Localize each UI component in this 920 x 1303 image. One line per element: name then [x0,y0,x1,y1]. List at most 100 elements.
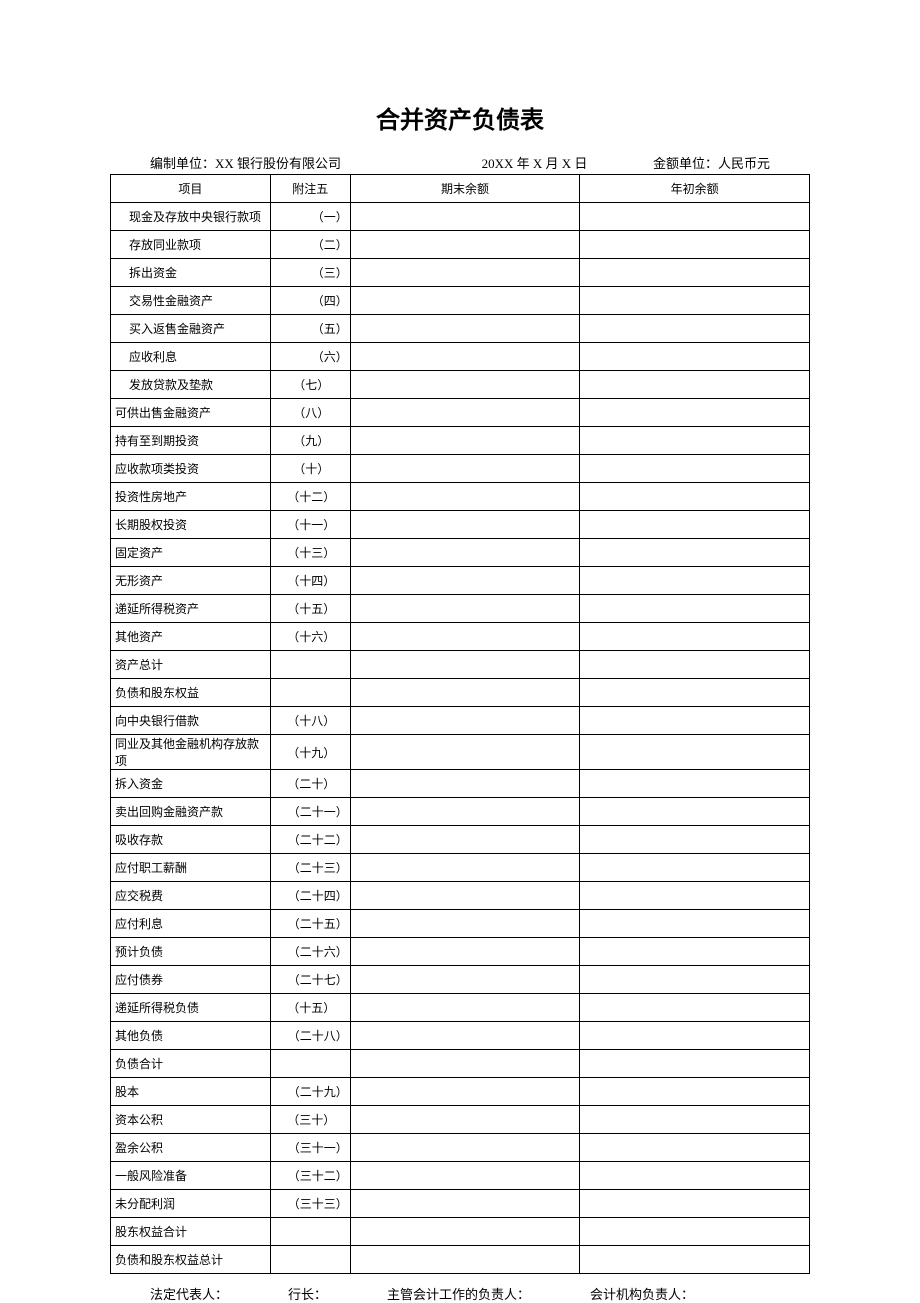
note-cell: （三十二） [270,1162,350,1190]
begin-balance-cell [580,203,810,231]
end-balance-cell [350,910,580,938]
begin-balance-cell [580,595,810,623]
note-cell: （十八） [270,707,350,735]
end-balance-cell [350,343,580,371]
item-cell: 应交税费 [111,882,271,910]
note-cell: （二十八） [270,1022,350,1050]
note-cell [270,1218,350,1246]
item-cell: 一般风险准备 [111,1162,271,1190]
begin-balance-cell [580,798,810,826]
begin-balance-cell [580,259,810,287]
table-row: 固定资产（十三） [111,539,810,567]
begin-balance-cell [580,511,810,539]
table-row: 向中央银行借款（十八） [111,707,810,735]
footer-account-head: 主管会计工作的负责人： [387,1284,530,1303]
footer-legal: 法定代表人： [150,1284,228,1303]
end-balance-cell [350,882,580,910]
item-cell: 无形资产 [111,567,271,595]
end-balance-cell [350,994,580,1022]
item-cell: 固定资产 [111,539,271,567]
begin-balance-cell [580,707,810,735]
end-balance-cell [350,938,580,966]
note-cell: （八） [270,399,350,427]
table-row: 其他负债（二十八） [111,1022,810,1050]
table-row: 资产总计 [111,651,810,679]
footer-president: 行长： [288,1284,327,1303]
end-balance-cell [350,455,580,483]
begin-balance-cell [580,966,810,994]
item-cell: 投资性房地产 [111,483,271,511]
note-cell: （二十六） [270,938,350,966]
item-cell: 可供出售金融资产 [111,399,271,427]
end-balance-cell [350,854,580,882]
meta-row: 编制单位：XX 银行股份有限公司 20XX 年 X 月 X 日 金额单位：人民币… [110,153,810,172]
balance-sheet-table: 项目 附注五 期末余额 年初余额 现金及存放中央银行款项（一）存放同业款项（二）… [110,174,810,1274]
begin-balance-cell [580,483,810,511]
end-balance-cell [350,315,580,343]
begin-balance-cell [580,882,810,910]
begin-balance-cell [580,343,810,371]
begin-balance-cell [580,910,810,938]
header-note: 附注五 [270,175,350,203]
item-cell: 交易性金融资产 [111,287,271,315]
item-cell: 应收款项类投资 [111,455,271,483]
begin-balance-cell [580,1162,810,1190]
meta-org: 编制单位：XX 银行股份有限公司 [150,153,341,172]
end-balance-cell [350,1134,580,1162]
note-cell: （二十二） [270,826,350,854]
end-balance-cell [350,1106,580,1134]
begin-balance-cell [580,1106,810,1134]
end-balance-cell [350,1050,580,1078]
begin-balance-cell [580,539,810,567]
item-cell: 资本公积 [111,1106,271,1134]
item-cell: 吸收存款 [111,826,271,854]
item-cell: 负债和股东权益总计 [111,1246,271,1274]
note-cell [270,1246,350,1274]
item-cell: 买入返售金融资产 [111,315,271,343]
item-cell: 递延所得税负债 [111,994,271,1022]
begin-balance-cell [580,854,810,882]
note-cell: （九） [270,427,350,455]
table-row: 负债和股东权益 [111,679,810,707]
note-cell: （十九） [270,735,350,770]
begin-balance-cell [580,1078,810,1106]
item-cell: 应付职工薪酬 [111,854,271,882]
end-balance-cell [350,1246,580,1274]
end-balance-cell [350,483,580,511]
end-balance-cell [350,1078,580,1106]
note-cell: （六） [270,343,350,371]
item-cell: 股本 [111,1078,271,1106]
table-row: 无形资产（十四） [111,567,810,595]
note-cell: （三十一） [270,1134,350,1162]
note-cell: （十五） [270,994,350,1022]
end-balance-cell [350,539,580,567]
table-row: 其他资产（十六） [111,623,810,651]
begin-balance-cell [580,994,810,1022]
table-row: 交易性金融资产（四） [111,287,810,315]
item-cell: 发放贷款及垫款 [111,371,271,399]
table-row: 持有至到期投资（九） [111,427,810,455]
note-cell: （三十） [270,1106,350,1134]
begin-balance-cell [580,679,810,707]
footer-account-org: 会计机构负责人： [590,1284,694,1303]
item-cell: 应收利息 [111,343,271,371]
end-balance-cell [350,679,580,707]
table-row: 买入返售金融资产（五） [111,315,810,343]
table-row: 未分配利润（三十三） [111,1190,810,1218]
end-balance-cell [350,623,580,651]
end-balance-cell [350,511,580,539]
item-cell: 现金及存放中央银行款项 [111,203,271,231]
end-balance-cell [350,1190,580,1218]
end-balance-cell [350,1218,580,1246]
table-row: 发放贷款及垫款（七） [111,371,810,399]
begin-balance-cell [580,427,810,455]
note-cell: （七） [270,371,350,399]
begin-balance-cell [580,735,810,770]
note-cell [270,1050,350,1078]
end-balance-cell [350,798,580,826]
item-cell: 拆入资金 [111,770,271,798]
note-cell: （十） [270,455,350,483]
table-row: 吸收存款（二十二） [111,826,810,854]
begin-balance-cell [580,826,810,854]
end-balance-cell [350,735,580,770]
